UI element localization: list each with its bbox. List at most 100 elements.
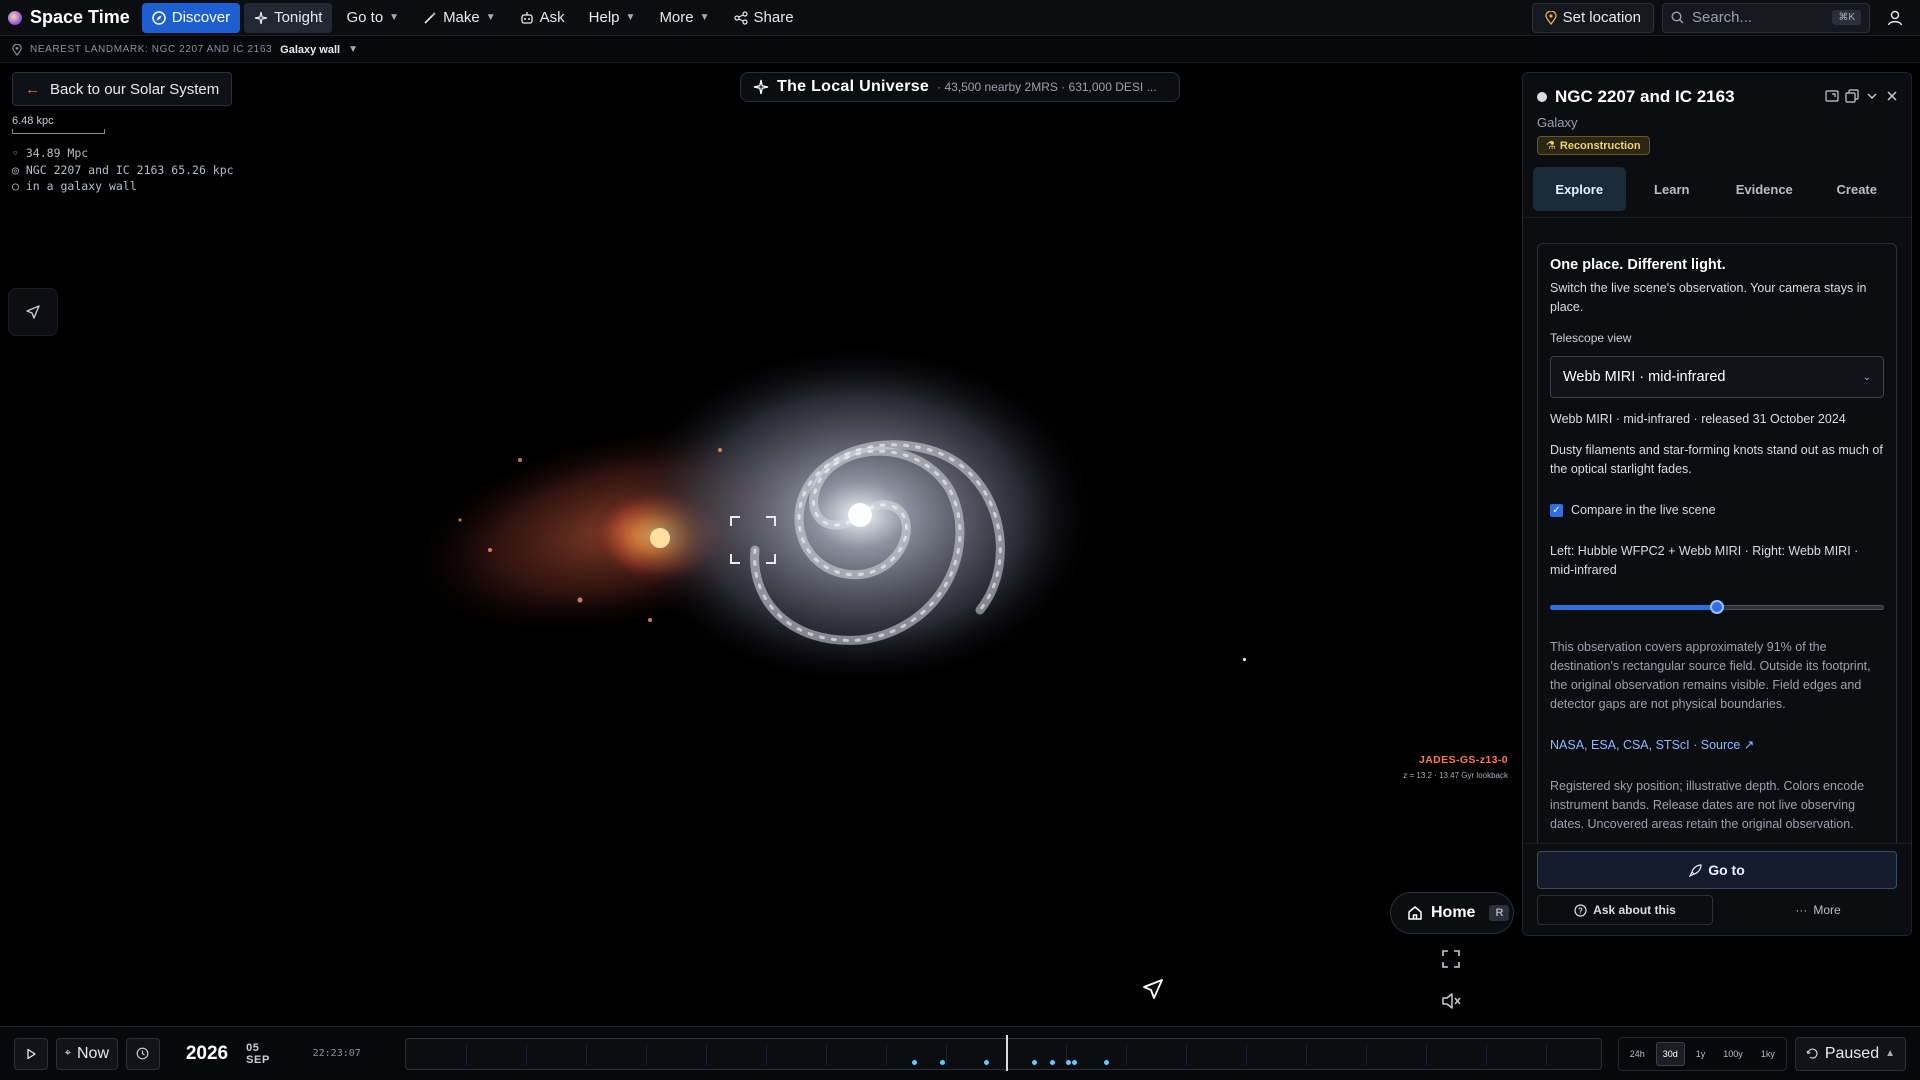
reticle-corner: [766, 554, 776, 564]
ask-label: Ask about this: [1593, 903, 1676, 917]
copy-icon[interactable]: [1845, 89, 1859, 103]
timeline-playhead[interactable]: [1005, 1034, 1008, 1071]
timeline-tick: [1545, 1044, 1547, 1065]
timeline-event[interactable]: [911, 1059, 917, 1065]
playback-state-button[interactable]: Paused ▲: [1794, 1036, 1906, 1071]
star-point[interactable]: [1243, 658, 1246, 661]
telescope-select[interactable]: Webb MIRI · mid-infrared ⌄: [1550, 356, 1884, 398]
tab-evidence[interactable]: Evidence: [1718, 167, 1811, 211]
zoom-1y[interactable]: 1y: [1689, 1042, 1713, 1066]
home-button[interactable]: Home R: [1390, 892, 1514, 934]
go-to-button[interactable]: Go to: [1537, 851, 1897, 889]
nav-goto[interactable]: Go to ▼: [336, 3, 409, 33]
more-button[interactable]: ··· More: [1753, 895, 1883, 925]
zoom-30d[interactable]: 30d: [1655, 1041, 1685, 1066]
chevron-down-icon: ▼: [699, 12, 710, 23]
release-info: Webb MIRI · mid-infrared · released 31 O…: [1550, 412, 1846, 426]
zoom-100y[interactable]: 100y: [1716, 1042, 1750, 1066]
checkbox-checked-icon[interactable]: ✓: [1550, 504, 1563, 517]
banner-subtitle: · 43,500 nearby 2MRS · 631,000 DESI ...: [937, 80, 1157, 94]
search-icon: [1671, 11, 1684, 24]
tab-create[interactable]: Create: [1811, 167, 1904, 211]
nav-discover[interactable]: Discover: [141, 2, 241, 33]
details-panel: NGC 2207 and IC 2163 Galaxy ⚗ Reconstruc…: [1522, 72, 1912, 936]
search-placeholder: Search...: [1692, 9, 1753, 26]
timeline-tick: [765, 1044, 767, 1065]
timeline-event[interactable]: [983, 1059, 989, 1065]
panel-header: NGC 2207 and IC 2163 Galaxy ⚗ Reconstruc…: [1537, 87, 1899, 155]
observation-description: Dusty filaments and star-forming knots s…: [1550, 443, 1883, 476]
landmark-tag[interactable]: Galaxy wall: [280, 44, 340, 56]
timeline-track[interactable]: [404, 1034, 1602, 1071]
nav-tonight[interactable]: Tonight: [244, 2, 333, 33]
back-to-solar-system-button[interactable]: ← Back to our Solar System: [12, 72, 233, 106]
timeline-tick: [885, 1044, 887, 1065]
chevron-down-icon[interactable]: [1865, 89, 1879, 103]
history-button[interactable]: [125, 1037, 160, 1070]
timeline-zoom-group: 24h 30d 1y 100y 1ky: [1617, 1036, 1787, 1071]
wand-icon: [424, 11, 437, 24]
nav-share[interactable]: Share: [724, 3, 804, 33]
card-intro: Switch the live scene's observation. You…: [1550, 281, 1867, 314]
set-location-button[interactable]: Set location: [1531, 2, 1654, 33]
timeline-date[interactable]: 05 SEP: [246, 1042, 287, 1066]
compare-slider[interactable]: [1550, 600, 1884, 614]
question-bubble-icon: ?: [1574, 903, 1587, 917]
close-icon[interactable]: [1885, 89, 1899, 103]
ring-icon: ◦: [12, 146, 19, 160]
nav-make[interactable]: Make ▼: [413, 3, 506, 33]
slider-handle[interactable]: [1710, 600, 1724, 614]
app-brand[interactable]: Space Time: [8, 7, 130, 28]
timeline-year[interactable]: 2026: [186, 1043, 228, 1065]
tab-learn[interactable]: Learn: [1626, 167, 1719, 211]
history-icon: [1806, 1048, 1818, 1059]
timeline-event[interactable]: [1065, 1059, 1071, 1065]
ask-about-this-button[interactable]: ? Ask about this: [1537, 895, 1713, 925]
user-icon[interactable]: [1886, 9, 1904, 27]
timeline-event[interactable]: [1031, 1059, 1037, 1065]
nav-label: Help: [588, 9, 620, 26]
scene-banner[interactable]: The Local Universe · 43,500 nearby 2MRS …: [740, 72, 1180, 102]
distance-line: ○ in a galaxy wall: [12, 178, 234, 195]
chevron-down-icon: ▼: [389, 12, 400, 23]
nav-help[interactable]: Help ▼: [579, 3, 646, 33]
timeline-event[interactable]: [939, 1059, 945, 1065]
telescope-label: Telescope view: [1550, 331, 1632, 345]
timeline-tick: [1245, 1044, 1247, 1065]
chevron-down-icon[interactable]: ▼: [348, 44, 359, 55]
tab-explore[interactable]: Explore: [1533, 167, 1626, 211]
robot-icon: [521, 11, 533, 24]
picture-in-picture-icon[interactable]: [1825, 89, 1839, 103]
cursor-tool-button[interactable]: [8, 288, 58, 336]
search-input[interactable]: Search... ⌘K: [1662, 2, 1870, 33]
timeline-event[interactable]: [1103, 1059, 1109, 1065]
rocket-icon: [1689, 863, 1702, 877]
timeline-event[interactable]: [1049, 1059, 1055, 1065]
now-button[interactable]: ⌖ Now: [56, 1037, 118, 1070]
jades-label[interactable]: JADES-GS-z13-0 z = 13.2 · 13.47 Gyr look…: [1403, 754, 1508, 780]
app-title: Space Time: [30, 7, 130, 27]
timeline-tick: [1305, 1044, 1307, 1065]
divider: [1523, 217, 1911, 218]
compare-label: Compare in the live scene: [1571, 503, 1716, 517]
fullscreen-icon[interactable]: [1440, 948, 1462, 970]
mute-icon[interactable]: [1440, 990, 1462, 1012]
source-credit-link[interactable]: NASA, ESA, CSA, STScI · Source ↗: [1550, 736, 1884, 755]
scale-ruler: [12, 129, 105, 134]
panel-tabs: Explore Learn Evidence Create: [1533, 167, 1903, 211]
ring-icon: ○: [12, 179, 19, 193]
nav-label: Discover: [171, 9, 231, 26]
timeline-time[interactable]: 22:23:07: [313, 1048, 361, 1059]
zoom-1ky[interactable]: 1ky: [1754, 1042, 1782, 1066]
nav-more[interactable]: More ▼: [649, 3, 719, 33]
pin-icon: [12, 43, 22, 56]
search-shortcut: ⌘K: [1832, 10, 1861, 25]
nav-ask[interactable]: Ask: [510, 3, 575, 33]
play-button[interactable]: [14, 1037, 48, 1070]
target-icon: ◎: [12, 162, 19, 177]
timeline-tick: [525, 1044, 527, 1065]
compare-checkbox[interactable]: ✓ Compare in the live scene: [1550, 501, 1884, 520]
chevron-up-icon: ▲: [1885, 1048, 1895, 1059]
timeline-event[interactable]: [1071, 1059, 1077, 1065]
zoom-24h[interactable]: 24h: [1623, 1042, 1652, 1066]
